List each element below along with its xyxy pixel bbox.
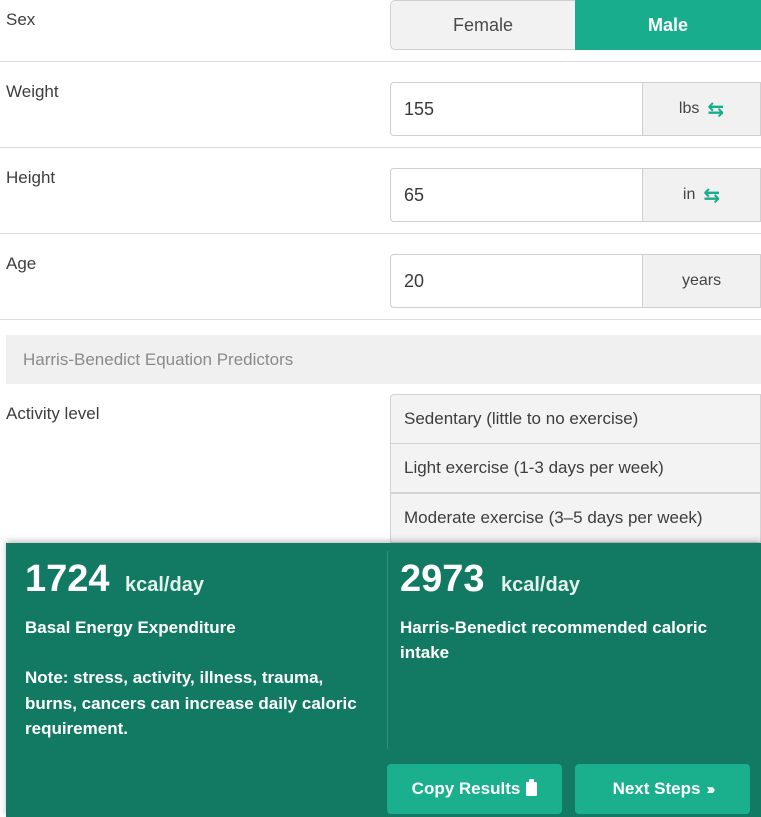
copy-results-label: Copy Results [411, 779, 521, 798]
height-input[interactable]: 65 [390, 168, 643, 222]
bee-title: Basal Energy Expenditure [25, 618, 236, 637]
activity-label: Activity level [6, 404, 100, 423]
sex-toggle: Female Male [390, 0, 761, 50]
age-unit: years [643, 254, 761, 308]
sex-label: Sex [6, 10, 36, 29]
results-panel: 1724 kcal/day Basal Energy Expenditure N… [6, 543, 761, 817]
height-unit-label: in [682, 186, 696, 203]
height-unit-toggle[interactable]: in ⇆ [643, 168, 761, 222]
activity-option-sedentary[interactable]: Sedentary (little to no exercise) [390, 394, 761, 444]
age-input[interactable]: 20 [390, 254, 643, 308]
recommended-value: 2973 [400, 558, 485, 600]
sex-row: Sex Female Male [0, 0, 761, 62]
weight-row: Weight 155 lbs ⇆ [0, 62, 761, 148]
bee-unit: kcal/day [125, 574, 204, 596]
activity-option-light[interactable]: Light exercise (1-3 days per week) [390, 443, 761, 493]
swap-arrows-icon: ⇆ [707, 98, 725, 121]
chevrons-right-icon: ››› [706, 780, 715, 798]
section-header: Harris-Benedict Equation Predictors [6, 335, 761, 384]
recommended-unit: kcal/day [501, 574, 580, 596]
age-unit-label: years [681, 272, 722, 289]
weight-unit-label: lbs [678, 100, 700, 117]
height-row: Height 65 in ⇆ [0, 148, 761, 234]
results-divider [387, 551, 388, 749]
age-row: Age 20 years [0, 234, 761, 320]
bee-value: 1724 [25, 558, 110, 600]
results-note: Note: stress, activity, illness, trauma,… [25, 668, 357, 738]
activity-option-moderate[interactable]: Moderate exercise (3–5 days per week) [390, 493, 761, 543]
sex-option-female[interactable]: Female [390, 0, 575, 50]
sex-option-male[interactable]: Male [575, 0, 761, 50]
copy-results-button[interactable]: Copy Results [387, 764, 562, 814]
next-steps-button[interactable]: Next Steps ››› [575, 764, 750, 814]
clipboard-icon [526, 779, 538, 796]
next-steps-label: Next Steps [612, 779, 701, 798]
weight-label: Weight [6, 82, 59, 101]
swap-arrows-icon: ⇆ [703, 184, 721, 207]
weight-unit-toggle[interactable]: lbs ⇆ [643, 82, 761, 136]
recommended-title: Harris-Benedict recommended caloric inta… [400, 618, 708, 662]
age-label: Age [6, 254, 37, 273]
weight-input[interactable]: 155 [390, 82, 643, 136]
height-label: Height [6, 168, 56, 187]
